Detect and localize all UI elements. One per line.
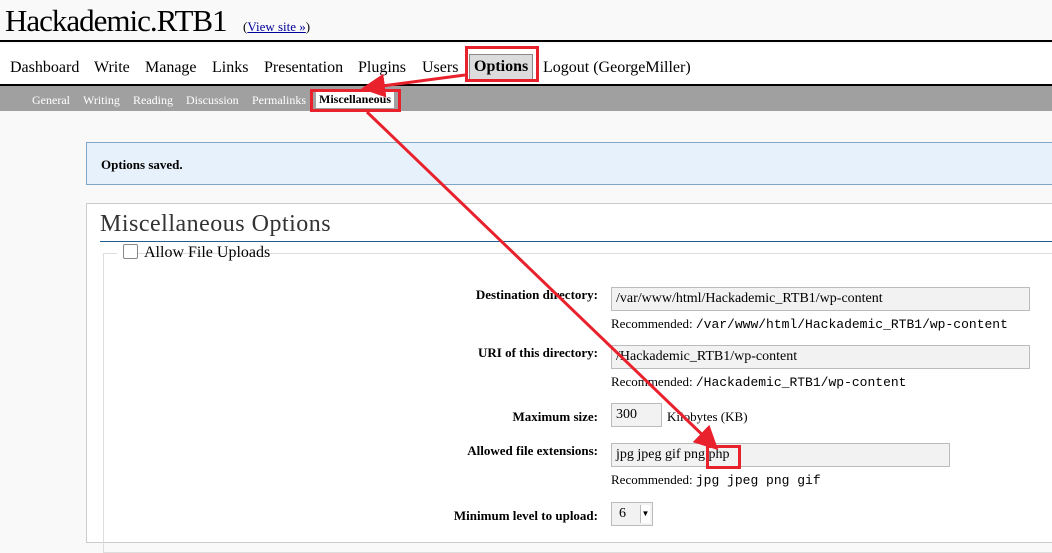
menu-item-dashboard[interactable]: Dashboard: [10, 59, 79, 77]
extensions-recommended: Recommended: jpg jpeg png gif: [611, 472, 821, 488]
page-title: Miscellaneous Options: [100, 210, 1052, 242]
submenu-item-discussion[interactable]: Discussion: [186, 93, 239, 107]
submenu-item-writing[interactable]: Writing: [83, 93, 120, 107]
submenu-item-reading[interactable]: Reading: [133, 93, 173, 107]
menu-item-manage[interactable]: Manage: [145, 59, 197, 77]
uri-directory-input[interactable]: /Hackademic_RTB1/wp-content: [611, 345, 1030, 369]
extensions-recommended-value: jpg jpeg png gif: [695, 473, 821, 488]
max-size-label: Maximum size:: [512, 409, 598, 424]
dropdown-arrow-icon: ▼: [640, 505, 650, 523]
destination-recommended: Recommended: /var/www/html/Hackademic_RT…: [611, 316, 1008, 332]
max-size-unit: Kilobytes (KB): [667, 409, 748, 424]
allowed-extensions-input[interactable]: jpg jpeg gif png php: [611, 443, 950, 467]
menu-item-presentation[interactable]: Presentation: [264, 59, 343, 77]
destination-recommended-value: /var/www/html/Hackademic_RTB1/wp-content: [695, 317, 1008, 332]
destination-directory-input[interactable]: /var/www/html/Hackademic_RTB1/wp-content: [611, 287, 1030, 311]
site-title: Hackademic.RTB1: [5, 3, 228, 38]
menu-item-plugins[interactable]: Plugins: [358, 59, 406, 77]
destination-directory-label: Destination directory:: [475, 287, 598, 302]
submenu-item-general[interactable]: General: [32, 93, 70, 107]
uri-directory-label: URI of this directory:: [478, 345, 598, 360]
max-size-input[interactable]: 300: [611, 403, 662, 427]
uploads-legend: Allow File Uploads: [117, 244, 270, 264]
allow-uploads-label: Allow File Uploads: [144, 244, 271, 261]
submenu-item-miscellaneous[interactable]: Miscellaneous: [316, 91, 394, 108]
site-header: Hackademic.RTB1 (View site »): [0, 0, 1052, 42]
notice-text: Options saved.: [101, 157, 183, 172]
min-level-select[interactable]: 6 ▼: [611, 502, 653, 526]
min-level-value: 6: [619, 506, 626, 521]
options-saved-notice: Options saved.: [86, 142, 1052, 185]
view-site-link[interactable]: View site »: [247, 19, 305, 34]
allow-uploads-checkbox[interactable]: [123, 244, 138, 259]
submenu-item-permalinks[interactable]: Permalinks: [252, 93, 306, 107]
uri-recommended: Recommended: /Hackademic_RTB1/wp-content: [611, 374, 907, 390]
menu-item-options[interactable]: Options: [469, 54, 534, 80]
options-submenu: General Writing Reading Discussion Perma…: [0, 86, 1052, 111]
menu-item-logout[interactable]: Logout (GeorgeMiller): [543, 59, 691, 77]
view-site: (View site »): [243, 19, 311, 34]
min-level-label: Minimum level to upload:: [453, 508, 598, 523]
admin-menu: Dashboard Write Manage Links Presentatio…: [0, 44, 1052, 86]
uri-recommended-value: /Hackademic_RTB1/wp-content: [695, 375, 907, 390]
allowed-extensions-label: Allowed file extensions:: [467, 443, 598, 458]
menu-item-links[interactable]: Links: [212, 59, 248, 77]
menu-item-users[interactable]: Users: [422, 59, 458, 77]
menu-item-write[interactable]: Write: [94, 59, 130, 77]
